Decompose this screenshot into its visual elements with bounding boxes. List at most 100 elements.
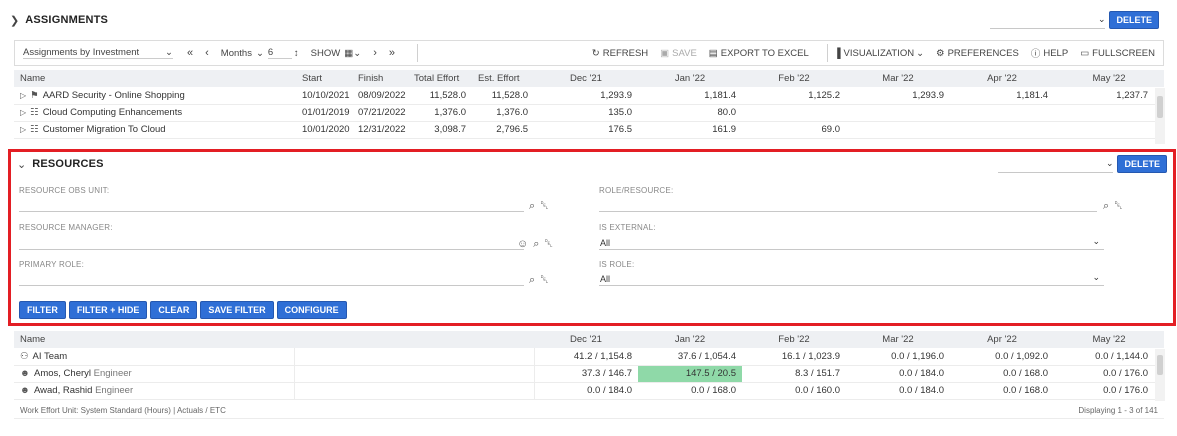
is-role-select[interactable]: All ⌄: [599, 272, 1104, 286]
expand-icon[interactable]: ▷: [20, 108, 26, 117]
col-month[interactable]: May '22: [1054, 331, 1164, 348]
investment-name[interactable]: Customer Migration To Cloud: [43, 124, 166, 135]
investment-name[interactable]: AARD Security - Online Shopping: [43, 90, 185, 101]
expand-icon[interactable]: ▷: [20, 125, 26, 134]
months-selector[interactable]: Months ⌄ 6 ↕: [221, 47, 299, 59]
help-button[interactable]: ⓘ HELP: [1031, 46, 1068, 61]
allocation-value[interactable]: 0.0 / 184.0: [534, 382, 638, 400]
resource-scrollbar[interactable]: [1155, 349, 1165, 401]
scroll-thumb[interactable]: [1157, 355, 1163, 375]
allocation-value[interactable]: 0.0 / 168.0: [950, 382, 1054, 400]
visualization-button[interactable]: ▐ VISUALIZATION ⌄: [834, 48, 924, 59]
preferences-button[interactable]: ⚙ PREFERENCES: [936, 48, 1019, 59]
allocation-value[interactable]: 41.2 / 1,154.8: [534, 348, 638, 366]
trash-icon[interactable]: ␡: [544, 238, 553, 251]
resource-name[interactable]: Amos, Cheryl: [34, 368, 91, 379]
allocation-value[interactable]: 0.0 / 1,196.0: [846, 348, 950, 366]
month-value[interactable]: 1,181.4: [638, 87, 742, 105]
show-selector[interactable]: SHOW ▦ ⌄: [311, 48, 362, 59]
first-page-icon[interactable]: «: [187, 47, 193, 59]
fullscreen-button[interactable]: ▭ FULLSCREEN: [1080, 48, 1155, 59]
chevron-right-icon[interactable]: ❯: [10, 14, 19, 27]
allocation-value[interactable]: 37.3 / 146.7: [534, 365, 638, 383]
month-value[interactable]: 69.0: [742, 121, 846, 139]
col-month[interactable]: Jan '22: [638, 331, 742, 348]
allocation-value[interactable]: 0.0 / 1,092.0: [950, 348, 1054, 366]
last-page-icon[interactable]: »: [389, 47, 395, 59]
month-value[interactable]: 1,181.4: [950, 87, 1054, 105]
month-value[interactable]: [742, 104, 846, 122]
search-icon[interactable]: ⌕: [1103, 200, 1109, 213]
col-name[interactable]: Name: [14, 70, 296, 87]
resource-name[interactable]: Awad, Rashid: [34, 385, 92, 396]
clear-button[interactable]: CLEAR: [150, 301, 198, 319]
col-month[interactable]: Feb '22: [742, 331, 846, 348]
next-icon[interactable]: ›: [373, 47, 377, 59]
allocation-value[interactable]: 0.0 / 168.0: [950, 365, 1054, 383]
trash-icon[interactable]: ␡: [540, 200, 549, 213]
col-start[interactable]: Start: [296, 70, 352, 87]
trash-icon[interactable]: ␡: [1114, 200, 1123, 213]
spinner-icon[interactable]: ↕: [294, 48, 299, 59]
filter-hide-button[interactable]: FILTER + HIDE: [68, 301, 148, 319]
allocation-value[interactable]: 0.0 / 160.0: [742, 382, 846, 400]
view-dropdown[interactable]: Assignments by Investment ⌄: [23, 47, 173, 59]
month-value[interactable]: 80.0: [638, 104, 742, 122]
resources-view-select[interactable]: ⌄: [998, 155, 1114, 173]
investment-name[interactable]: Cloud Computing Enhancements: [43, 107, 182, 118]
table-row[interactable]: ▷ ☷ Cloud Computing Enhancements 01/01/201…: [14, 104, 1164, 122]
over-allocation-value[interactable]: 147.5 / 20.5: [638, 365, 742, 383]
resource-name[interactable]: AI Team: [33, 351, 68, 362]
table-row[interactable]: ▷ ⚑ AARD Security - Online Shopping 10/10/…: [14, 87, 1164, 105]
allocation-value[interactable]: 0.0 / 184.0: [846, 365, 950, 383]
col-month[interactable]: May '22: [1054, 70, 1164, 87]
filter-button[interactable]: FILTER: [19, 301, 66, 319]
month-value[interactable]: [950, 121, 1054, 139]
col-month[interactable]: Apr '22: [950, 331, 1054, 348]
month-value[interactable]: [950, 104, 1054, 122]
month-value[interactable]: 176.5: [534, 121, 638, 139]
allocation-value[interactable]: 0.0 / 176.0: [1054, 365, 1164, 383]
table-row[interactable]: ⚇ AI Team 41.2 / 1,154.8 37.6 / 1,054.4 1…: [14, 348, 1164, 366]
search-icon[interactable]: ⌕: [529, 200, 535, 213]
allocation-value[interactable]: 0.0 / 184.0: [846, 382, 950, 400]
resources-delete-button[interactable]: DELETE: [1117, 155, 1167, 173]
expand-icon[interactable]: ▷: [20, 91, 26, 100]
save-filter-button[interactable]: SAVE FILTER: [200, 301, 274, 319]
col-month[interactable]: Apr '22: [950, 70, 1054, 87]
col-finish[interactable]: Finish: [352, 70, 408, 87]
col-month[interactable]: Dec '21: [534, 70, 638, 87]
previous-icon[interactable]: ‹: [205, 47, 209, 59]
month-value[interactable]: 1,293.9: [534, 87, 638, 105]
col-month[interactable]: Mar '22: [846, 331, 950, 348]
month-value[interactable]: [846, 121, 950, 139]
allocation-value[interactable]: 0.0 / 1,144.0: [1054, 348, 1164, 366]
is-external-select[interactable]: All ⌄: [599, 236, 1104, 250]
scroll-thumb[interactable]: [1157, 96, 1163, 118]
month-value[interactable]: 161.9: [638, 121, 742, 139]
month-value[interactable]: 1,293.9: [846, 87, 950, 105]
save-button[interactable]: ▣ SAVE: [660, 48, 697, 59]
month-value[interactable]: 1,125.2: [742, 87, 846, 105]
view-select[interactable]: ⌄: [990, 11, 1106, 29]
search-icon[interactable]: ⌕: [533, 238, 539, 251]
export-excel-button[interactable]: ▤ EXPORT TO EXCEL: [709, 48, 809, 59]
refresh-button[interactable]: ↻ REFRESH: [592, 48, 648, 59]
table-row[interactable]: ☻ Awad, Rashid Engineer 0.0 / 184.0 0.0 /…: [14, 382, 1164, 400]
allocation-value[interactable]: 16.1 / 1,023.9: [742, 348, 846, 366]
months-input[interactable]: 6: [267, 47, 292, 59]
col-est-effort[interactable]: Est. Effort: [472, 70, 534, 87]
month-value[interactable]: [1054, 121, 1164, 139]
allocation-value[interactable]: 0.0 / 176.0: [1054, 382, 1164, 400]
col-total-effort[interactable]: Total Effort: [408, 70, 472, 87]
user-icon[interactable]: ☺: [517, 238, 528, 251]
assignments-scrollbar[interactable]: [1155, 88, 1165, 144]
allocation-value[interactable]: 8.3 / 151.7: [742, 365, 846, 383]
table-row[interactable]: ☻ Amos, Cheryl Engineer 37.3 / 146.7 147.…: [14, 365, 1164, 383]
month-value[interactable]: 135.0: [534, 104, 638, 122]
search-icon[interactable]: ⌕: [529, 274, 535, 287]
primary-role-input[interactable]: [19, 272, 524, 286]
trash-icon[interactable]: ␡: [540, 274, 549, 287]
resource-obs-unit-input[interactable]: [19, 198, 524, 212]
configure-button[interactable]: CONFIGURE: [276, 301, 347, 319]
